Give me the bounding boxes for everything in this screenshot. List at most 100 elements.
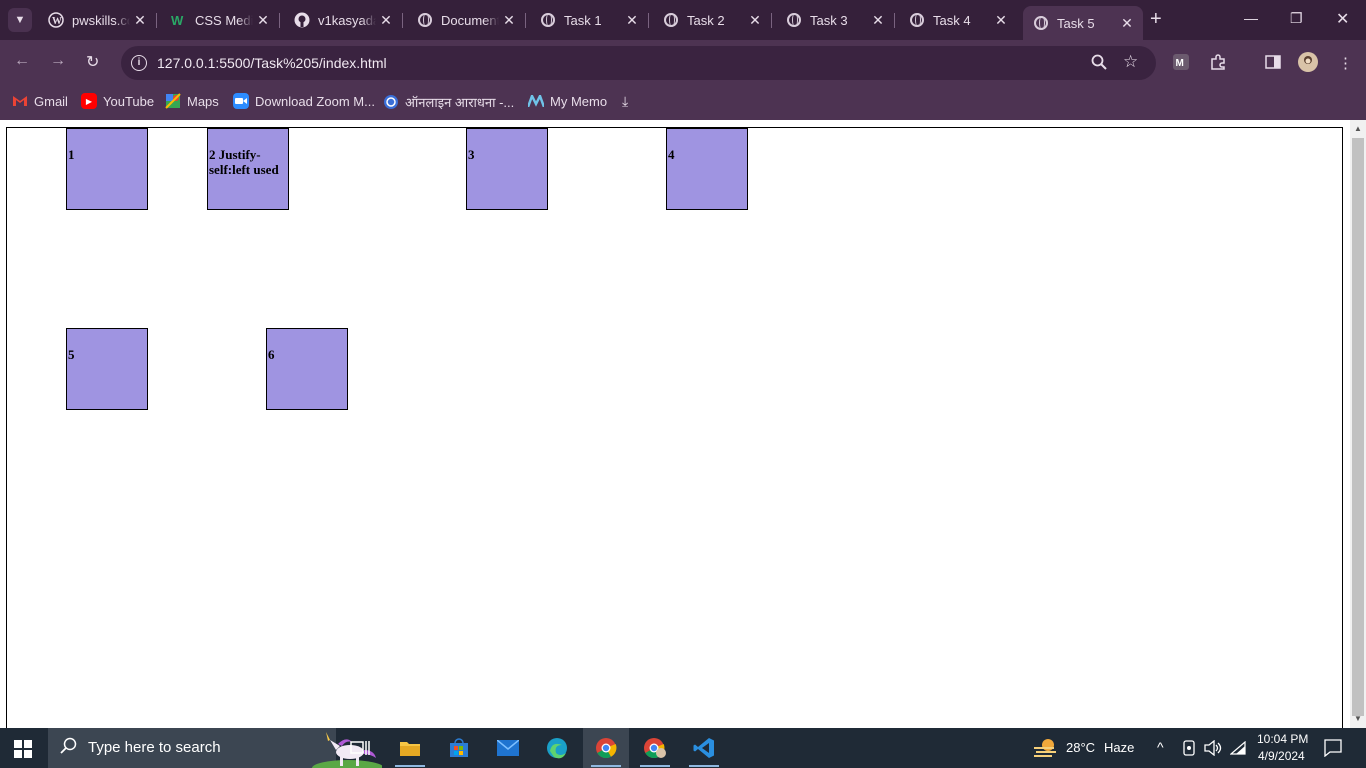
notifications-icon[interactable] [1324, 739, 1342, 760]
weather-temp[interactable]: 28°C [1066, 740, 1095, 755]
tab-pwskills[interactable]: W pwskills.com ✕ [38, 6, 157, 34]
windows-start-icon[interactable] [14, 740, 32, 758]
tab-title: Task 1 [564, 12, 602, 28]
tab-title: Task 4 [933, 12, 971, 28]
chrome-profile-icon[interactable] [632, 728, 678, 768]
svg-text:M: M [1176, 58, 1184, 69]
chevron-up-icon[interactable]: ^ [1157, 739, 1164, 755]
bookmark-gmail[interactable]: Gmail [12, 93, 68, 109]
bookmark-label: YouTube [103, 93, 155, 109]
clock-date[interactable]: 4/9/2024 [1258, 749, 1305, 763]
grid-item-3: 3 [466, 128, 548, 210]
file-explorer-icon[interactable] [387, 728, 433, 768]
vertical-scrollbar[interactable]: ▲ ▼ [1350, 120, 1366, 728]
globe-icon [663, 12, 679, 28]
bookmark-label: Download Zoom M... [255, 93, 375, 109]
grid-item-6: 6 [266, 328, 348, 410]
address-bar[interactable]: i 127.0.0.1:5500/Task%205/index.html ☆ [121, 46, 1156, 80]
tab-task-1[interactable]: Task 1 ✕ [530, 6, 649, 34]
meet-now-icon[interactable] [1182, 740, 1196, 759]
wordpress-icon: W [48, 12, 64, 28]
close-icon[interactable]: ✕ [1117, 15, 1137, 32]
edge-icon[interactable] [534, 728, 580, 768]
reload-button[interactable]: ↻ [86, 52, 99, 72]
task-view-icon[interactable] [337, 728, 383, 768]
grid-item-5: 5 [66, 328, 148, 410]
close-icon[interactable]: ✕ [622, 12, 642, 29]
bookmark-aradhana[interactable]: ऑनलाइन आराधना -... [383, 93, 514, 111]
bookmark-zoom[interactable]: Download Zoom M... [233, 93, 375, 109]
clock-time[interactable]: 10:04 PM [1257, 732, 1308, 746]
bookmark-label: Maps [187, 93, 219, 109]
profile-avatar[interactable] [1298, 52, 1318, 76]
scroll-down-icon[interactable]: ▼ [1354, 714, 1362, 723]
close-icon[interactable]: ✕ [130, 12, 150, 29]
restore-icon: ❐ [1290, 10, 1303, 26]
tab-task-4[interactable]: Task 4 ✕ [899, 6, 1017, 34]
tab-search-button[interactable]: ▼ [8, 8, 32, 32]
tab-task-3[interactable]: Task 3 ✕ [776, 6, 895, 34]
bookmark-star-icon[interactable]: ☆ [1123, 52, 1138, 72]
scroll-up-icon[interactable]: ▲ [1354, 124, 1362, 133]
tab-document[interactable]: Document ✕ [407, 6, 526, 34]
minimize-button[interactable]: — [1244, 10, 1258, 26]
close-icon[interactable]: ✕ [376, 12, 396, 29]
bookmark-label: ऑनलाइन आराधना -... [405, 95, 515, 110]
tab-task-5[interactable]: Task 5 ✕ [1023, 6, 1143, 40]
mail-icon[interactable] [485, 728, 531, 768]
tab-title: Task 3 [810, 12, 848, 28]
volume-icon[interactable] [1204, 739, 1222, 759]
maps-icon [165, 93, 181, 109]
vscode-icon[interactable] [681, 728, 727, 768]
aradhana-icon [383, 94, 399, 110]
wifi-icon[interactable] [1229, 740, 1246, 758]
bookmark-maps[interactable]: Maps [165, 93, 219, 109]
globe-icon [909, 12, 925, 28]
taskbar-search[interactable]: Type here to search [48, 728, 382, 768]
bookmark-youtube[interactable]: ▶ YouTube [81, 93, 154, 109]
side-panel-icon[interactable] [1265, 54, 1281, 74]
search-placeholder: Type here to search [88, 739, 221, 756]
memo-icon [528, 93, 544, 109]
url-text[interactable]: 127.0.0.1:5500/Task%205/index.html [157, 55, 387, 71]
bookmark-my-memo[interactable]: My Memo [528, 93, 607, 109]
globe-icon [786, 12, 802, 28]
chrome-icon[interactable] [583, 728, 629, 768]
close-window-button[interactable]: ✕ [1336, 9, 1349, 29]
tab-css-media[interactable]: W CSS Media ✕ [161, 6, 280, 34]
site-info-icon[interactable]: i [131, 55, 147, 71]
restore-button[interactable]: ❐ [1290, 10, 1303, 27]
back-button[interactable]: ← [14, 52, 30, 70]
close-icon[interactable]: ✕ [868, 12, 888, 29]
arrow-left-icon: ← [14, 52, 30, 69]
grid-item-2: 2 Justify-self:left used [207, 128, 289, 210]
zoom-icon[interactable] [1091, 54, 1107, 74]
new-tab-button[interactable]: + [1150, 9, 1162, 29]
tab-title: Task 2 [687, 12, 725, 28]
chevron-down-icon: ▼ [14, 14, 26, 26]
forward-button[interactable]: → [50, 52, 66, 70]
tab-task-2[interactable]: Task 2 ✕ [653, 6, 772, 34]
close-icon[interactable]: ✕ [253, 12, 273, 29]
browser-menu-icon[interactable]: ⋮ [1338, 54, 1353, 72]
weather-condition[interactable]: Haze [1104, 740, 1134, 755]
svg-text:W: W [52, 16, 62, 27]
close-icon[interactable]: ✕ [991, 12, 1011, 29]
microsoft-store-icon[interactable] [436, 728, 482, 768]
scrollbar-thumb[interactable] [1352, 138, 1364, 716]
tab-title: pwskills.com [72, 12, 130, 28]
zoom-icon [233, 93, 249, 109]
extensions-icon[interactable] [1210, 54, 1226, 74]
page-viewport: 1 2 Justify-self:left used 3 4 5 6 [0, 120, 1366, 728]
memo-extension-icon[interactable]: M [1173, 54, 1189, 74]
close-icon[interactable]: ✕ [745, 12, 765, 29]
downloads-icon[interactable]: ⤓ [622, 93, 628, 110]
reload-icon: ↻ [86, 54, 100, 71]
svg-text:W: W [171, 13, 184, 28]
close-icon[interactable]: ✕ [499, 12, 519, 29]
github-icon [294, 12, 310, 28]
bookmark-label: Gmail [34, 93, 68, 109]
tab-github[interactable]: v1kasyadav ✕ [284, 6, 403, 34]
weather-icon[interactable] [1032, 736, 1058, 763]
close-icon: ✕ [1336, 11, 1350, 28]
